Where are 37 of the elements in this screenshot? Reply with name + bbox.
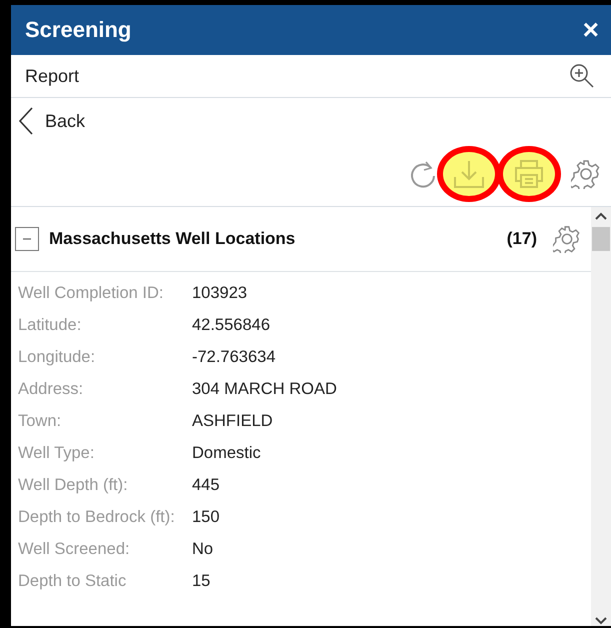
field-value: 150 (192, 507, 221, 528)
field-label: Well Type: (18, 443, 96, 464)
report-title: Report (25, 66, 80, 86)
scroll-down-icon[interactable] (594, 616, 608, 626)
settings-icon[interactable] (553, 225, 581, 253)
field-value: No (192, 539, 214, 560)
field-label: Well Completion ID: (18, 283, 164, 304)
back-button[interactable]: Back (11, 98, 86, 136)
feature-count: (17) (506, 229, 537, 249)
field-value: Domestic (192, 443, 262, 464)
field-label: Depth to Static (18, 571, 128, 592)
download-icon (453, 159, 485, 189)
field-value: -72.763634 (192, 347, 276, 368)
close-button[interactable]: × (582, 16, 599, 44)
settings-icon (571, 159, 601, 189)
field-value: 42.556846 (192, 315, 271, 336)
field-label: Well Depth (ft): (18, 475, 129, 496)
field-value: 445 (192, 475, 221, 496)
scroll-thumb[interactable] (592, 227, 610, 251)
layer-title: Massachusetts Well Locations (49, 229, 296, 249)
field-value: 304 MARCH ROAD (192, 379, 338, 400)
printer-icon (513, 159, 545, 189)
scroll-up-icon[interactable] (594, 211, 608, 221)
field-value: 103923 (192, 283, 248, 304)
field-value: ASHFIELD (192, 411, 274, 432)
window-title: Screening (25, 17, 132, 43)
field-value: 15 (192, 571, 212, 592)
chevron-left-icon (17, 106, 35, 136)
zoom-in-icon[interactable] (569, 63, 595, 89)
scrollbar[interactable] (591, 207, 611, 626)
collapse-toggle[interactable] (15, 227, 39, 251)
field-label: Town: (18, 411, 62, 432)
field-label: Address: (18, 379, 84, 400)
field-label: Depth to Bedrock (ft): (18, 507, 176, 528)
field-label: Longitude: (18, 347, 96, 368)
field-label: Latitude: (18, 315, 82, 336)
field-label: Well Screened: (18, 539, 131, 560)
